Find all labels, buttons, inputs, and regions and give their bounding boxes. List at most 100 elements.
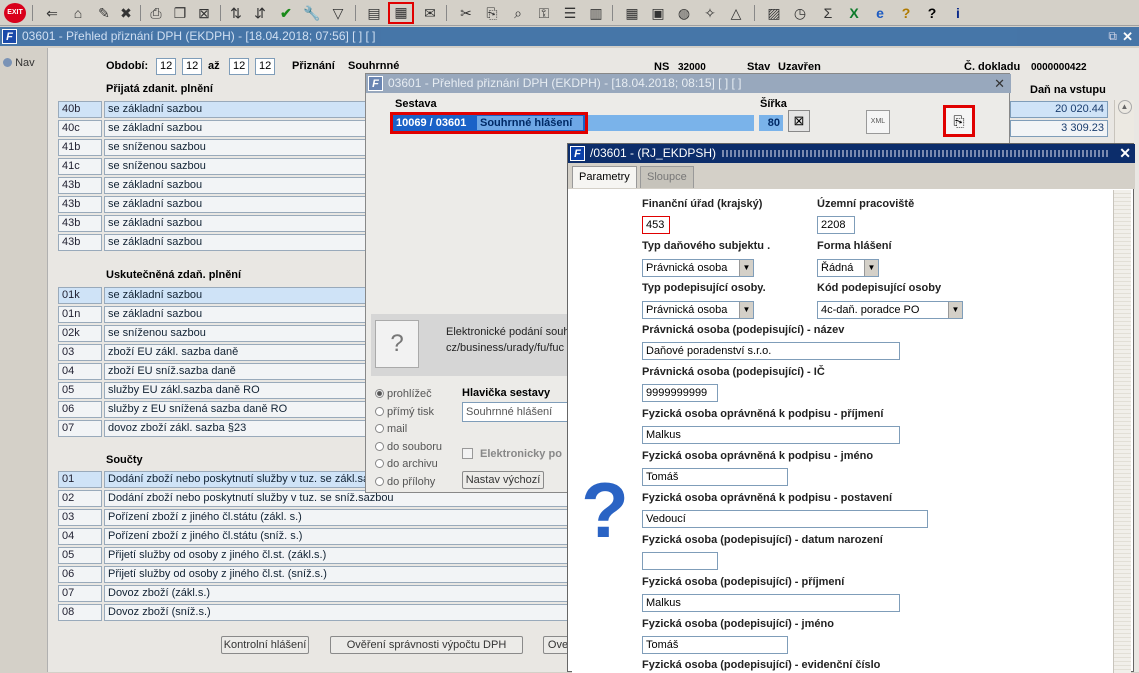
sort-desc-icon[interactable]: ⇵	[250, 3, 270, 23]
row-code[interactable]: 01	[58, 471, 102, 488]
typ-podepisujici-select[interactable]: Právnická osoba ▼	[642, 301, 754, 319]
row-description[interactable]: Přijetí služby od osoby z jiného čl.st. …	[104, 547, 578, 564]
edit-icon[interactable]: ✎	[94, 3, 114, 23]
fo-jmeno-input[interactable]: Tomáš	[642, 636, 788, 654]
row-code[interactable]: 43b	[58, 234, 102, 251]
overeni-button[interactable]: Ověření správnosti výpočtu DPH	[330, 636, 523, 654]
list-icon[interactable]: ☰	[560, 3, 580, 23]
row-code[interactable]: 40c	[58, 120, 102, 137]
table-row[interactable]: 05 Přijetí služby od osoby z jiného čl.st…	[58, 547, 578, 565]
forma-select[interactable]: Řádná ▼	[817, 259, 879, 277]
po-ic-input[interactable]: 9999999999	[642, 384, 718, 402]
typ-subjektu-select[interactable]: Právnická osoba ▼	[642, 259, 754, 277]
title-drag-handle[interactable]	[722, 150, 1110, 157]
row-code[interactable]: 06	[58, 401, 102, 418]
row-code[interactable]: 08	[58, 604, 102, 621]
save-icon[interactable]: ▣	[648, 3, 668, 23]
calculator-icon[interactable]: ▦	[622, 3, 642, 23]
back-icon[interactable]: ⇐	[42, 3, 62, 23]
table-row[interactable]: 08 Dovoz zboží (sníž.s.)	[58, 604, 578, 622]
obdobi-to-field-2[interactable]: 12	[255, 58, 275, 75]
output-option-radio[interactable]: prohlížeč	[375, 388, 432, 400]
report-print-icon[interactable]: ▦	[388, 2, 414, 24]
xml-icon[interactable]: XML	[866, 110, 890, 134]
sestava-selected-row[interactable]: 10069 / 03601 Souhrnné hlášení	[390, 112, 588, 134]
nav-item[interactable]: Nav	[3, 57, 35, 69]
row-code[interactable]: 41b	[58, 139, 102, 156]
elektronicky-checkbox[interactable]	[462, 448, 473, 459]
chevron-down-icon[interactable]: ▼	[864, 260, 878, 276]
help-cursor-icon[interactable]: ?	[896, 3, 916, 23]
key-icon[interactable]: ⚿	[534, 3, 554, 23]
sort-asc-icon[interactable]: ⇅	[226, 3, 246, 23]
export-file-icon[interactable]: ⎘	[943, 105, 975, 137]
dan-value-cell[interactable]: 20 020.44	[1010, 101, 1108, 118]
delete-icon[interactable]: ✖	[116, 3, 136, 23]
row-description[interactable]: Dovoz zboží (sníž.s.)	[104, 604, 578, 621]
row-code[interactable]: 03	[58, 509, 102, 526]
table-row[interactable]: 03 Pořízení zboží z jiného čl.státu (zákl…	[58, 509, 578, 527]
output-option-radio[interactable]: do souboru	[375, 441, 442, 453]
close-icon[interactable]: ✕	[994, 74, 1005, 93]
row-code[interactable]: 06	[58, 566, 102, 583]
close-icon[interactable]: ✕	[1122, 27, 1133, 46]
fo-opr-postaveni-input[interactable]: Vedoucí	[642, 510, 928, 528]
row-code[interactable]: 02k	[58, 325, 102, 342]
financni-urad-input[interactable]: 453	[642, 216, 670, 234]
chevron-down-icon[interactable]: ▼	[948, 302, 962, 318]
kontrolni-hlaseni-button[interactable]: Kontrolní hlášení	[221, 636, 309, 654]
help-icon[interactable]: ?	[922, 3, 942, 23]
fo-opr-jmeno-input[interactable]: Tomáš	[642, 468, 788, 486]
dan-value-cell[interactable]: 3 309.23	[1010, 120, 1108, 137]
output-option-radio[interactable]: mail	[375, 423, 407, 435]
triangle-icon[interactable]: △	[726, 3, 746, 23]
chevron-down-icon[interactable]: ▼	[739, 260, 753, 276]
row-code[interactable]: 43b	[58, 177, 102, 194]
sum-icon[interactable]: Σ	[818, 3, 838, 23]
row-description[interactable]: Dovoz zboží (zákl.s.)	[104, 585, 578, 602]
row-code[interactable]: 01n	[58, 306, 102, 323]
star-icon[interactable]: ✧	[700, 3, 720, 23]
obdobi-to-field-1[interactable]: 12	[229, 58, 249, 75]
row-code[interactable]: 01k	[58, 287, 102, 304]
output-option-radio[interactable]: do archivu	[375, 458, 438, 470]
info-icon[interactable]: i	[948, 3, 968, 23]
excel-icon[interactable]: X	[844, 3, 864, 23]
cancel-icon[interactable]: ⊠	[194, 3, 214, 23]
output-option-radio[interactable]: do přílohy	[375, 476, 435, 488]
mail-icon[interactable]: ✉	[420, 3, 440, 23]
table-row[interactable]: 06 Přijetí služby od osoby z jiného čl.st…	[58, 566, 578, 584]
chevron-down-icon[interactable]: ▼	[739, 302, 753, 318]
table-row[interactable]: 04 Pořízení zboží z jiného čl.státu (sníž…	[58, 528, 578, 546]
uzemni-input[interactable]: 2208	[817, 216, 855, 234]
row-code[interactable]: 04	[58, 528, 102, 545]
po-nazev-input[interactable]: Daňové poradenství s.r.o.	[642, 342, 900, 360]
clock-icon[interactable]: ◷	[790, 3, 810, 23]
row-code[interactable]: 05	[58, 547, 102, 564]
params-scrollbar[interactable]	[1113, 190, 1131, 673]
row-code[interactable]: 43b	[58, 215, 102, 232]
fo-opr-prijmeni-input[interactable]: Malkus	[642, 426, 900, 444]
row-description[interactable]: Pořízení zboží z jiného čl.státu (sníž. …	[104, 528, 578, 545]
close-icon[interactable]: ✕	[1119, 144, 1131, 163]
fo-prijmeni-input[interactable]: Malkus	[642, 594, 900, 612]
obdobi-from-field-1[interactable]: 12	[156, 58, 176, 75]
table-row[interactable]: 07 Dovoz zboží (zákl.s.)	[58, 585, 578, 603]
row-code[interactable]: 03	[58, 344, 102, 361]
fo-datum-input[interactable]	[642, 552, 718, 570]
picture-icon[interactable]: ▨	[764, 3, 784, 23]
print-icon[interactable]: ⎙	[146, 3, 166, 23]
scroll-up-icon[interactable]: ▲	[1117, 100, 1132, 114]
row-description[interactable]: Přijetí služby od osoby z jiného čl.st. …	[104, 566, 578, 583]
obdobi-from-field-2[interactable]: 12	[182, 58, 202, 75]
cut-icon[interactable]: ✂	[456, 3, 476, 23]
table-icon[interactable]: ▥	[586, 3, 606, 23]
row-code[interactable]: 05	[58, 382, 102, 399]
binoculars-icon[interactable]: ⌕	[508, 3, 528, 23]
nastav-vychozi-button[interactable]: Nastav výchozí	[462, 471, 544, 489]
home-icon[interactable]: ⌂	[68, 3, 88, 23]
restore-icon[interactable]: ⧉	[1108, 27, 1117, 46]
copy-icon[interactable]: ❐	[170, 3, 190, 23]
row-code[interactable]: 07	[58, 420, 102, 437]
output-option-radio[interactable]: přímý tisk	[375, 406, 434, 418]
